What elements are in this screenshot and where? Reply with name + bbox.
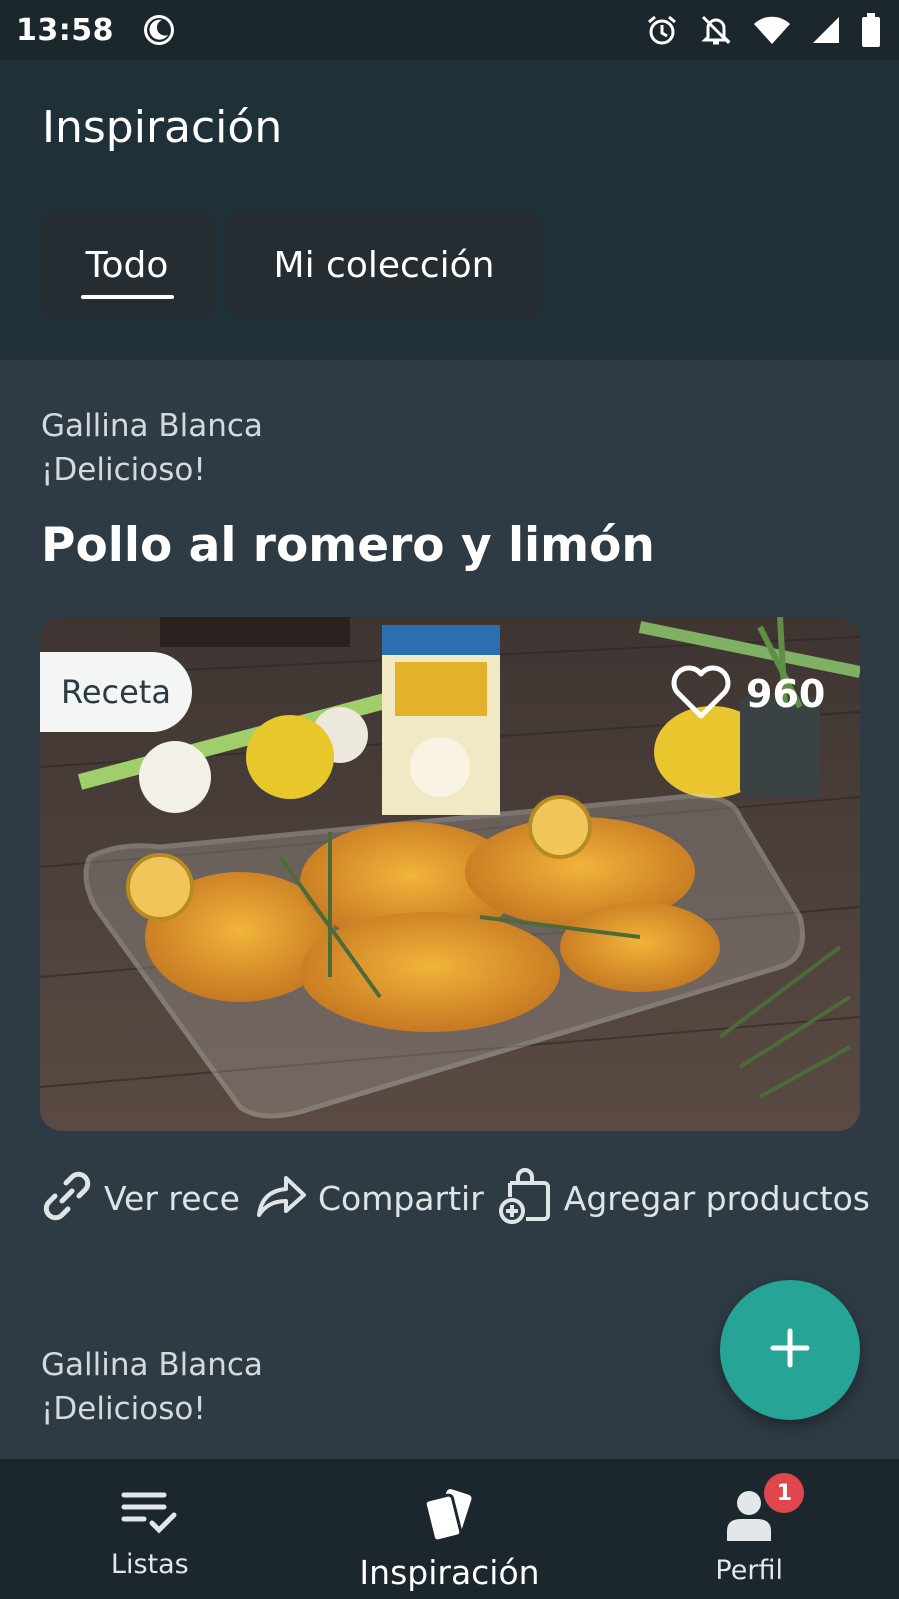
- signal-icon: [811, 15, 841, 45]
- add-fab-button[interactable]: [720, 1280, 860, 1420]
- plus-icon: [770, 1328, 810, 1372]
- likes-count: 960: [746, 672, 826, 716]
- tab-mi-coleccion[interactable]: Mi colección: [226, 211, 542, 319]
- view-recipe-button[interactable]: Ver rece: [40, 1169, 240, 1227]
- moon-icon: [142, 13, 176, 47]
- tab-active-indicator: [81, 295, 174, 299]
- link-icon: [40, 1169, 94, 1227]
- filter-tabs: Todo Mi colección: [40, 211, 542, 319]
- brand-tagline: ¡Delicioso!: [41, 452, 206, 488]
- card-source: Gallina Blanca ¡Delicioso!: [41, 404, 263, 492]
- notification-badge: 1: [764, 1473, 805, 1513]
- card-actions: Ver rece Compartir Agregar productos: [40, 1167, 884, 1229]
- heart-icon[interactable]: [670, 664, 732, 724]
- list-check-icon: [120, 1487, 180, 1541]
- battery-icon: [861, 13, 881, 47]
- nav-item-inspiracion[interactable]: Inspiración: [300, 1459, 600, 1599]
- cards-icon: [419, 1487, 481, 1547]
- recipe-title: Pollo al romero y limón: [41, 518, 655, 573]
- nav-item-perfil[interactable]: Perfil 1: [599, 1459, 899, 1599]
- brand-name: Gallina Blanca: [41, 1347, 263, 1383]
- add-to-bag-icon: [498, 1167, 554, 1229]
- nav-label-inspiracion: Inspiración: [359, 1553, 540, 1592]
- status-time: 13:58: [16, 12, 114, 48]
- wifi-icon: [753, 15, 791, 45]
- bottom-nav: Listas Inspiración Perfil 1: [0, 1459, 899, 1599]
- tab-mi-coleccion-label: Mi colección: [273, 244, 495, 286]
- app-header: Inspiración Todo Mi colección: [0, 60, 899, 360]
- nav-label-listas: Listas: [110, 1549, 189, 1580]
- likes[interactable]: 960: [670, 664, 825, 724]
- nav-item-listas[interactable]: Listas: [0, 1459, 300, 1599]
- view-recipe-label: Ver rece: [104, 1178, 240, 1218]
- tab-todo[interactable]: Todo: [40, 211, 214, 319]
- page-title: Inspiración: [42, 102, 283, 153]
- nav-label-perfil: Perfil: [715, 1555, 783, 1586]
- recipe-badge: Receta: [40, 652, 192, 732]
- share-icon: [254, 1173, 308, 1223]
- alarm-icon: [645, 13, 679, 47]
- share-label: Compartir: [317, 1178, 484, 1218]
- status-bar: 13:58: [0, 0, 899, 60]
- tab-todo-label: Todo: [85, 244, 169, 286]
- notifications-off-icon: [699, 13, 733, 47]
- brand-tagline: ¡Delicioso!: [41, 1391, 206, 1427]
- add-products-label: Agregar productos: [563, 1178, 870, 1218]
- brand-name: Gallina Blanca: [41, 408, 263, 444]
- card-source: Gallina Blanca ¡Delicioso!: [41, 1343, 263, 1431]
- share-button[interactable]: Compartir: [254, 1173, 484, 1223]
- add-products-button[interactable]: Agregar productos: [498, 1167, 870, 1229]
